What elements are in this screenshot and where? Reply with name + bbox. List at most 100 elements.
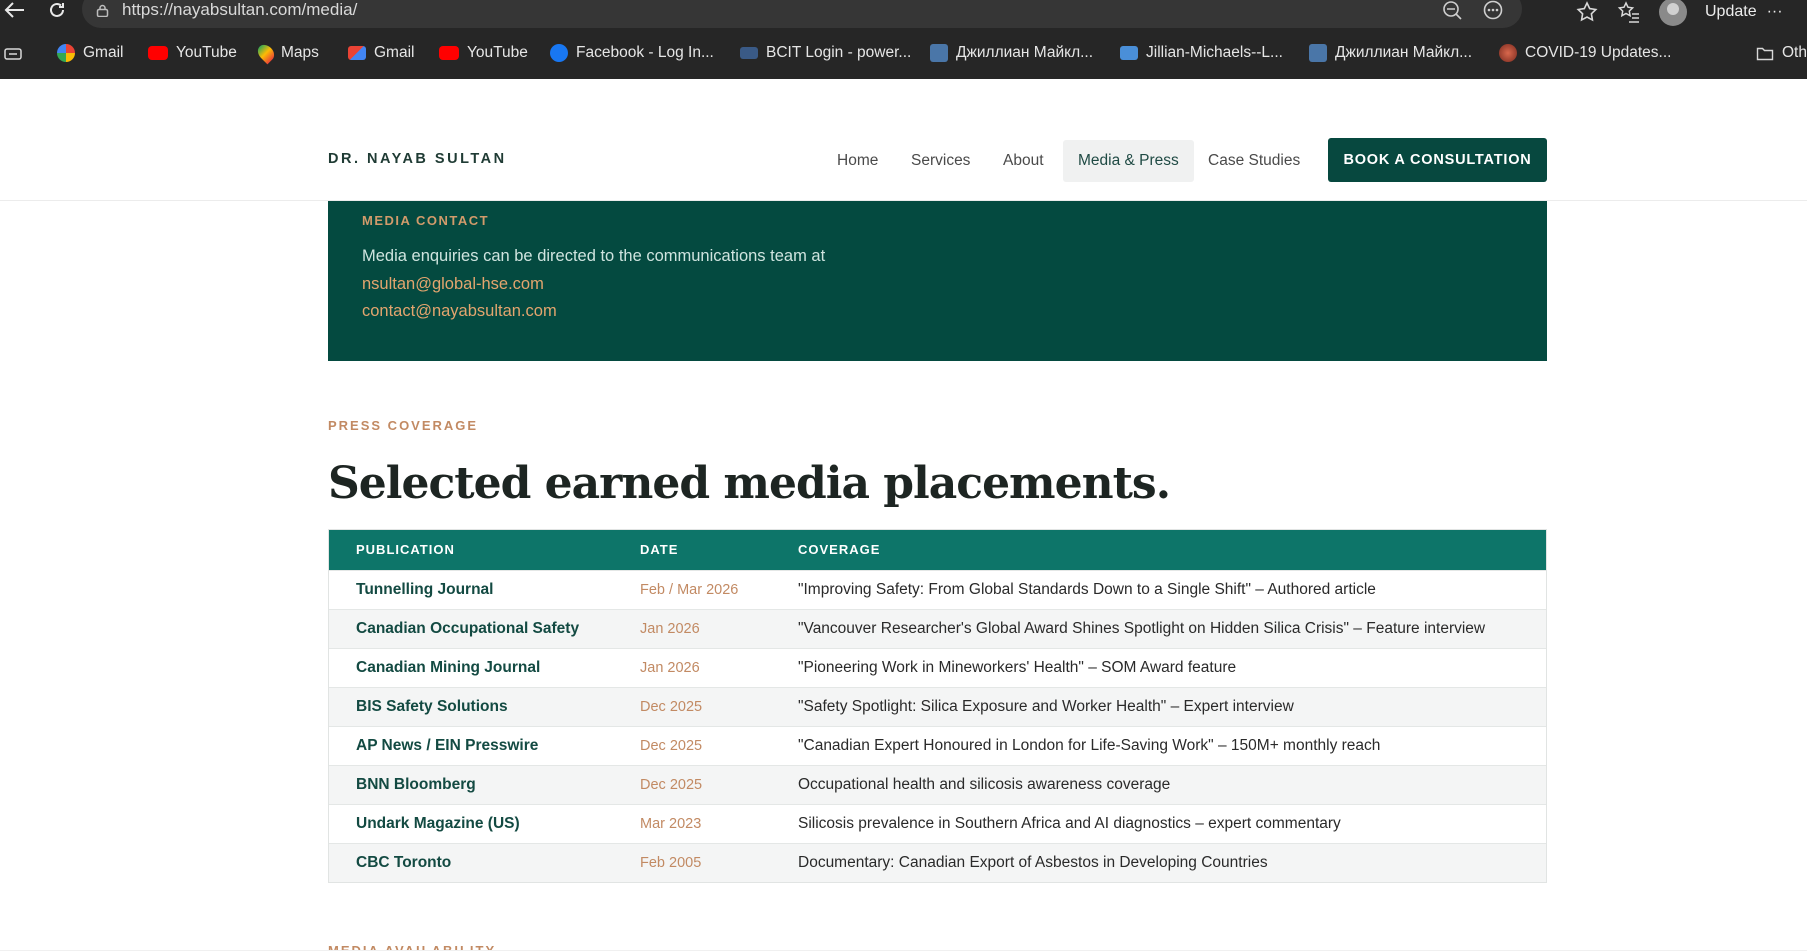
table-row: BNN Bloomberg Dec 2025 Occupational heal… [329, 765, 1546, 804]
bookmark-maps[interactable]: Maps [254, 41, 319, 65]
publication-cell: Undark Magazine (US) [356, 815, 520, 832]
covid-icon [1499, 44, 1517, 62]
press-headline: Selected earned media placements. [328, 458, 1171, 509]
coverage-cell: Documentary: Canadian Export of Asbestos… [798, 854, 1268, 871]
bookmark-covid[interactable]: COVID-19 Updates... [1499, 44, 1671, 62]
folder-icon [1756, 47, 1774, 61]
bookmark-gmail-2[interactable]: Gmail [348, 44, 414, 62]
address-bar[interactable]: https://nayabsultan.com/media/ [82, 0, 1522, 28]
site-header: DR. NAYAB SULTAN Home Services About Med… [0, 79, 1807, 201]
favorites-list-icon[interactable] [1617, 0, 1641, 24]
facebook-icon [550, 44, 568, 62]
media-contact-panel: MEDIA CONTACT Media enquiries can be dir… [328, 201, 1547, 361]
bookmark-label: Gmail [83, 44, 124, 61]
book-consultation-button[interactable]: BOOK A CONSULTATION [1328, 138, 1547, 182]
date-cell: Dec 2025 [640, 777, 703, 793]
coverage-cell: "Safety Spotlight: Silica Exposure and W… [798, 698, 1294, 715]
date-cell: Dec 2025 [640, 738, 703, 754]
update-button[interactable]: Update ··· [1705, 3, 1783, 21]
table-header: PUBLICATION DATE COVERAGE [329, 530, 1546, 570]
favorite-star-icon[interactable] [1575, 0, 1599, 24]
column-header-coverage: COVERAGE [798, 542, 881, 557]
publication-cell: Canadian Mining Journal [356, 659, 541, 676]
column-header-publication: PUBLICATION [356, 542, 455, 557]
bookmark-gmail-1[interactable]: Gmail [57, 44, 123, 62]
more-menu-icon[interactable]: ··· [1767, 3, 1783, 21]
browser-chrome: https://nayabsultan.com/media/ Update ··… [0, 0, 1807, 79]
bookmark-jillian-video[interactable]: Jillian-Michaels--L... [1120, 44, 1283, 62]
publication-cell: BNN Bloomberg [356, 776, 476, 793]
press-coverage-eyebrow: PRESS COVERAGE [328, 418, 479, 433]
bookmarks-bar: Gmail YouTube Maps Gmail YouTube Faceboo… [0, 41, 1807, 68]
bcit-icon [740, 47, 758, 59]
coverage-cell: Silicosis prevalence in Southern Africa … [798, 815, 1341, 832]
bookmark-label: COVID-19 Updates... [1525, 44, 1672, 61]
publication-cell: AP News / EIN Presswire [356, 737, 539, 754]
bookmark-youtube-2[interactable]: YouTube [439, 44, 528, 62]
bookmark-label: YouTube [467, 44, 528, 61]
table-row: BIS Safety Solutions Dec 2025 "Safety Sp… [329, 687, 1546, 726]
media-contact-eyebrow: MEDIA CONTACT [362, 213, 490, 228]
bookmark-label: Джиллиан Майкл... [1335, 44, 1473, 61]
maps-icon [254, 41, 278, 65]
coverage-cell: "Vancouver Researcher's Global Award Shi… [798, 620, 1486, 637]
coverage-cell: Occupational health and silicosis awaren… [798, 776, 1171, 793]
bookmark-bcit[interactable]: BCIT Login - power... [740, 44, 911, 62]
zoom-out-icon[interactable] [1442, 0, 1464, 20]
bookmark-vk-2[interactable]: Джиллиан Майкл... [1309, 44, 1472, 62]
bookmark-facebook[interactable]: Facebook - Log In... [550, 44, 714, 62]
nav-home[interactable]: Home [822, 140, 893, 182]
date-cell: Dec 2025 [640, 699, 703, 715]
table-row: Undark Magazine (US) Mar 2023 Silicosis … [329, 804, 1546, 843]
bookmark-label: BCIT Login - power... [766, 44, 912, 61]
date-cell: Jan 2026 [640, 621, 700, 637]
nav-case-studies[interactable]: Case Studies [1193, 140, 1315, 182]
url-text[interactable]: https://nayabsultan.com/media/ [122, 0, 357, 20]
bookmark-label: Facebook - Log In... [576, 44, 714, 61]
publication-cell: BIS Safety Solutions [356, 698, 508, 715]
toolbar-right: Update ··· [1575, 0, 1783, 26]
youtube-icon [148, 46, 168, 60]
coverage-cell: "Improving Safety: From Global Standards… [798, 581, 1376, 598]
more-options-circle-icon[interactable] [1482, 0, 1504, 20]
google-icon [57, 44, 75, 62]
bookmark-label: Maps [281, 44, 319, 61]
address-bar-actions [1442, 0, 1504, 20]
bookmark-label: Oth [1782, 44, 1807, 61]
date-cell: Feb 2005 [640, 855, 702, 871]
bookmark-youtube-1[interactable]: YouTube [148, 44, 237, 62]
table-row: CBC Toronto Feb 2005 Documentary: Canadi… [329, 843, 1546, 882]
publication-cell: Tunnelling Journal [356, 581, 494, 598]
nav-about[interactable]: About [988, 140, 1059, 182]
bookmark-label: Джиллиан Майкл... [956, 44, 1094, 61]
vk-icon [930, 44, 948, 62]
site-logo[interactable]: DR. NAYAB SULTAN [328, 151, 507, 167]
video-icon [1120, 46, 1138, 60]
reading-list-icon[interactable] [4, 46, 22, 62]
update-label: Update [1705, 3, 1757, 20]
bookmark-other-folder[interactable]: Oth [1756, 44, 1807, 62]
address-row: https://nayabsultan.com/media/ Update ··… [0, 0, 1807, 28]
date-cell: Mar 2023 [640, 816, 702, 832]
nav-services[interactable]: Services [896, 140, 985, 182]
column-header-date: DATE [640, 542, 679, 557]
media-contact-text: Media enquiries can be directed to the c… [362, 247, 826, 265]
table-row: Tunnelling Journal Feb / Mar 2026 "Impro… [329, 570, 1546, 609]
table-row: Canadian Mining Journal Jan 2026 "Pionee… [329, 648, 1546, 687]
reload-icon[interactable] [44, 0, 70, 22]
profile-avatar[interactable] [1659, 0, 1687, 26]
publication-cell: CBC Toronto [356, 854, 452, 871]
date-cell: Feb / Mar 2026 [640, 582, 739, 598]
email-link-nayabsultan[interactable]: contact@nayabsultan.com [362, 302, 557, 321]
nav-media-press[interactable]: Media & Press [1063, 140, 1194, 182]
date-cell: Jan 2026 [640, 660, 700, 676]
table-row: Canadian Occupational Safety Jan 2026 "V… [329, 609, 1546, 648]
coverage-cell: "Pioneering Work in Mineworkers' Health"… [798, 659, 1237, 676]
email-link-global-hse[interactable]: nsultan@global-hse.com [362, 275, 544, 294]
lock-icon [96, 4, 109, 17]
bookmark-vk-1[interactable]: Джиллиан Майкл... [930, 44, 1093, 62]
bookmark-label: Gmail [374, 44, 415, 61]
back-arrow-icon[interactable] [2, 0, 28, 22]
gmail-icon [348, 46, 366, 60]
bookmark-label: Jillian-Michaels--L... [1146, 44, 1283, 61]
